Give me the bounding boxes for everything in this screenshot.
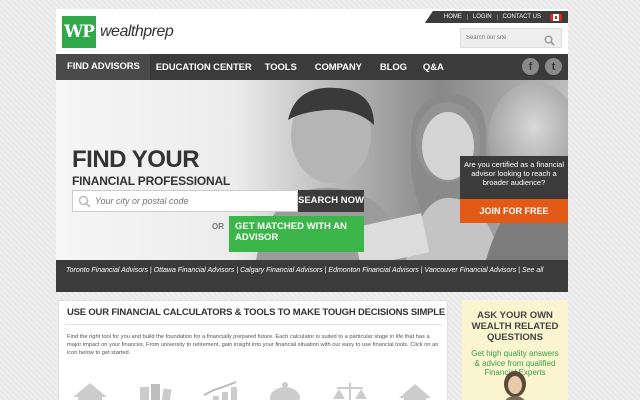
logo-mark: WP [62, 16, 96, 48]
scales-icon[interactable] [331, 381, 369, 400]
utility-nav: HOME LOGIN CONTACT US [424, 11, 568, 23]
search-now-button[interactable]: SEARCH NOW [298, 190, 364, 212]
hero-title: FIND YOUR [72, 146, 200, 173]
see-all-link[interactable]: See all [522, 267, 543, 274]
hero-subtitle: FINANCIAL PROFESSIONAL [72, 174, 231, 188]
tools-row [71, 381, 434, 400]
site-header: WP wealthprep HOME LOGIN CONTACT US [56, 9, 568, 54]
divider [65, 324, 443, 325]
facebook-icon[interactable]: f [522, 58, 539, 75]
site-container: WP wealthprep HOME LOGIN CONTACT US FIND… [56, 9, 568, 400]
site-search [460, 28, 562, 48]
city-links-bar: Toronto Financial Advisors | Ottawa Fina… [56, 260, 568, 292]
nav-blog[interactable]: BLOG [380, 62, 423, 73]
get-matched-button[interactable]: GET MATCHED WITH AN ADVISOR [229, 216, 364, 252]
search-icon[interactable] [544, 33, 555, 51]
utility-link-home[interactable]: HOME [439, 14, 468, 20]
nav-education-center[interactable]: EDUCATION CENTER [156, 62, 265, 73]
chart-icon[interactable] [201, 381, 239, 400]
city-link[interactable]: Edmonton Financial Advisors [328, 267, 418, 274]
city-link[interactable]: Ottawa Financial Advisors [154, 267, 235, 274]
or-label: OR [212, 222, 224, 231]
city-link[interactable]: Toronto Financial Advisors [66, 267, 148, 274]
city-link[interactable]: Vancouver Financial Advisors [425, 267, 517, 274]
calculators-title: USE OUR FINANCIAL CALCULATORS & TOOLS TO… [67, 307, 446, 318]
site-search-input[interactable] [461, 35, 541, 41]
nav-tools[interactable]: TOOLS [265, 62, 315, 73]
social-links: f t [522, 58, 562, 75]
nav-find-advisors[interactable]: FIND ADVISORS [56, 54, 150, 80]
city-link[interactable]: Calgary Financial Advisors [240, 267, 323, 274]
piggy-bank-icon[interactable] [266, 381, 304, 400]
ask-questions-title[interactable]: ASK YOUR OWN WEALTH RELATED QUESTIONS [462, 310, 568, 343]
location-input[interactable] [95, 196, 285, 206]
utility-link-login[interactable]: LOGIN [468, 14, 498, 20]
ask-questions-panel: ASK YOUR OWN WEALTH RELATED QUESTIONS Ge… [462, 300, 568, 400]
join-for-free-button[interactable]: JOIN FOR FREE [460, 199, 568, 223]
advisor-avatar [504, 371, 526, 400]
books-icon[interactable] [136, 381, 174, 400]
utility-link-contact[interactable]: CONTACT US [498, 14, 546, 20]
calculators-panel: USE OUR FINANCIAL CALCULATORS & TOOLS TO… [58, 300, 448, 400]
advisor-cta-text: Are you certified as a financial advisor… [460, 156, 568, 199]
main-nav: FIND ADVISORS EDUCATION CENTER TOOLS COM… [56, 54, 568, 80]
home-icon[interactable] [396, 381, 434, 400]
nav-qa[interactable]: Q&A [423, 62, 457, 73]
logo[interactable]: WP wealthprep [62, 16, 174, 48]
twitter-icon[interactable]: t [545, 58, 562, 75]
nav-company[interactable]: COMPANY [315, 62, 380, 73]
canada-flag-icon[interactable] [550, 13, 562, 21]
calculators-description: Find the right tool for you and build th… [67, 334, 439, 357]
house-icon[interactable] [71, 381, 109, 400]
logo-text: wealthprep [100, 23, 174, 40]
hero-banner: FIND YOUR FINANCIAL PROFESSIONAL SEARCH … [56, 80, 568, 260]
search-icon [78, 195, 91, 213]
location-search [72, 190, 298, 212]
